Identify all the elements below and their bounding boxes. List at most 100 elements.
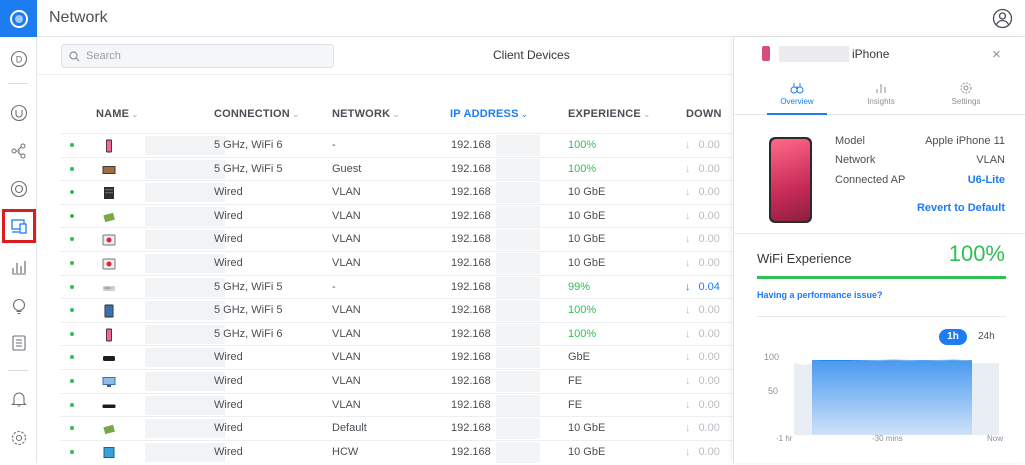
down-arrow-icon: ↓ bbox=[685, 280, 691, 293]
monitor-icon bbox=[102, 446, 116, 459]
experience-cell: GbE bbox=[568, 351, 591, 364]
ip-redacted bbox=[496, 370, 540, 392]
table-row[interactable]: Wired HCW 192.168 10 GbE ↓ 0.00 bbox=[60, 439, 733, 464]
network-cell: - bbox=[332, 280, 336, 293]
down-arrow-icon: ↓ bbox=[685, 422, 691, 435]
unifi-devices-icon[interactable] bbox=[6, 100, 31, 125]
search-input[interactable]: Search bbox=[61, 44, 334, 68]
detail-network-key: Network bbox=[835, 154, 876, 166]
status-dot bbox=[70, 355, 74, 360]
client-name-redacted bbox=[145, 301, 225, 321]
topology-icon[interactable] bbox=[6, 138, 31, 163]
tab-overview[interactable]: Overview bbox=[767, 75, 827, 115]
status-dot bbox=[70, 449, 74, 454]
search-icon bbox=[69, 51, 80, 62]
status-dot bbox=[70, 402, 74, 407]
down-cell: ↓ 0.00 bbox=[685, 162, 720, 175]
performance-issue-link[interactable]: Having a performance issue? bbox=[757, 290, 883, 300]
network-cell: VLAN bbox=[332, 186, 361, 199]
experience-cell: 100% bbox=[568, 139, 597, 151]
raspberry-pi-icon bbox=[102, 210, 116, 223]
range-24h-button[interactable]: 24h bbox=[978, 331, 995, 342]
system-log-icon[interactable] bbox=[6, 330, 31, 355]
ip-address-cell: 192.168 bbox=[451, 351, 491, 364]
connection-cell: Wired bbox=[214, 233, 243, 246]
ip-redacted bbox=[496, 158, 540, 180]
detail-model-key: Model bbox=[835, 135, 865, 147]
wifi-experience-value: 100% bbox=[948, 241, 1005, 266]
down-arrow-icon: ↓ bbox=[685, 139, 691, 151]
table-row[interactable]: Wired VLAN 192.168 10 GbE ↓ 0.00 bbox=[60, 250, 733, 275]
status-dot bbox=[70, 190, 74, 195]
top-bar: Network bbox=[0, 0, 1025, 37]
table-row[interactable]: Wired Default 192.168 10 GbE ↓ 0.00 bbox=[60, 416, 733, 440]
svg-text:D: D bbox=[15, 54, 22, 64]
down-arrow-icon: ↓ bbox=[685, 351, 691, 364]
col-connection[interactable]: CONNECTION ⌄ bbox=[214, 108, 300, 120]
table-row[interactable]: Wired VLAN 192.168 FE ↓ 0.00 bbox=[60, 392, 733, 417]
status-dot bbox=[70, 260, 74, 265]
client-name-redacted bbox=[145, 183, 225, 203]
experience-cell: 10 GbE bbox=[568, 445, 606, 458]
ip-address-cell: 192.168 bbox=[451, 209, 491, 222]
dashboard-icon[interactable]: D bbox=[6, 46, 31, 71]
user-avatar-icon[interactable] bbox=[992, 8, 1013, 29]
table-row[interactable]: Wired VLAN 192.168 10 GbE ↓ 0.00 bbox=[60, 203, 733, 228]
close-icon[interactable]: × bbox=[992, 46, 1001, 63]
down-arrow-icon: ↓ bbox=[685, 162, 691, 175]
table-row[interactable]: 5 GHz, WiFi 5 - 192.168 99% ↓ 0.04 bbox=[60, 274, 733, 299]
connection-cell: Wired bbox=[214, 422, 243, 435]
ip-address-cell: 192.168 bbox=[451, 327, 491, 340]
col-experience[interactable]: EXPERIENCE ⌄ bbox=[568, 108, 651, 120]
experience-cell: 100% bbox=[568, 327, 597, 340]
table-row[interactable]: 5 GHz, WiFi 6 VLAN 192.168 100% ↓ 0.00 bbox=[60, 321, 733, 346]
ip-redacted bbox=[496, 229, 540, 251]
search-placeholder: Search bbox=[86, 50, 121, 62]
camera-icon bbox=[102, 233, 116, 246]
chart-y-label: 100 bbox=[764, 352, 780, 362]
client-devices-icon[interactable] bbox=[2, 209, 36, 243]
insights-bulb-icon[interactable] bbox=[6, 293, 31, 318]
range-1h-button[interactable]: 1h bbox=[939, 329, 967, 345]
ip-redacted bbox=[496, 394, 540, 416]
col-name[interactable]: NAME ⌄ bbox=[96, 108, 139, 120]
table-row[interactable]: Wired VLAN 192.168 10 GbE ↓ 0.00 bbox=[60, 227, 733, 251]
panel-tabs: Overview Insights Settings bbox=[734, 75, 1025, 115]
chart-x-label: -1 hr bbox=[776, 434, 793, 443]
detail-ap-key: Connected AP bbox=[835, 174, 906, 186]
experience-cell: 10 GbE bbox=[568, 256, 606, 269]
ip-redacted bbox=[496, 276, 540, 298]
ubiquiti-logo-icon[interactable] bbox=[0, 0, 37, 37]
table-row[interactable]: Wired VLAN 192.168 GbE ↓ 0.00 bbox=[60, 345, 733, 369]
table-row[interactable]: Wired VLAN 192.168 10 GbE ↓ 0.00 bbox=[60, 180, 733, 204]
tab-settings[interactable]: Settings bbox=[936, 75, 996, 115]
connection-cell: Wired bbox=[214, 256, 243, 269]
table-row[interactable]: 5 GHz, WiFi 5 VLAN 192.168 100% ↓ 0.00 bbox=[60, 298, 733, 322]
detail-ap-link[interactable]: U6-Lite bbox=[968, 174, 1005, 186]
network-cell: HCW bbox=[332, 445, 359, 458]
gear-icon[interactable] bbox=[6, 425, 31, 450]
devices-circle-icon[interactable] bbox=[6, 176, 31, 201]
client-name-redacted bbox=[145, 159, 225, 179]
col-ip-address[interactable]: IP ADDRESS ⌄ bbox=[450, 108, 528, 120]
table-row[interactable]: 5 GHz, WiFi 5 Guest 192.168 100% ↓ 0.00 bbox=[60, 156, 733, 181]
bell-icon[interactable] bbox=[6, 386, 31, 411]
status-dot bbox=[70, 213, 74, 218]
client-name-redacted bbox=[145, 206, 225, 226]
switch-icon bbox=[102, 399, 116, 412]
gear-icon bbox=[960, 82, 972, 94]
col-network[interactable]: NETWORK ⌄ bbox=[332, 108, 400, 120]
statistics-icon[interactable] bbox=[6, 254, 31, 279]
ip-redacted bbox=[496, 300, 540, 322]
table-row[interactable]: Wired VLAN 192.168 FE ↓ 0.00 bbox=[60, 368, 733, 393]
table-row[interactable]: 5 GHz, WiFi 6 - 192.168 100% ↓ 0.00 bbox=[60, 133, 733, 157]
ip-redacted bbox=[496, 135, 540, 156]
tab-insights[interactable]: Insights bbox=[851, 75, 911, 115]
ip-redacted bbox=[496, 347, 540, 369]
revert-to-default-link[interactable]: Revert to Default bbox=[917, 202, 1005, 214]
network-cell: VLAN bbox=[332, 304, 361, 317]
col-down[interactable]: DOWN bbox=[686, 108, 722, 120]
client-name-redacted bbox=[145, 136, 225, 155]
chart-x-label: -30 mins bbox=[872, 434, 903, 443]
down-arrow-icon: ↓ bbox=[685, 186, 691, 199]
